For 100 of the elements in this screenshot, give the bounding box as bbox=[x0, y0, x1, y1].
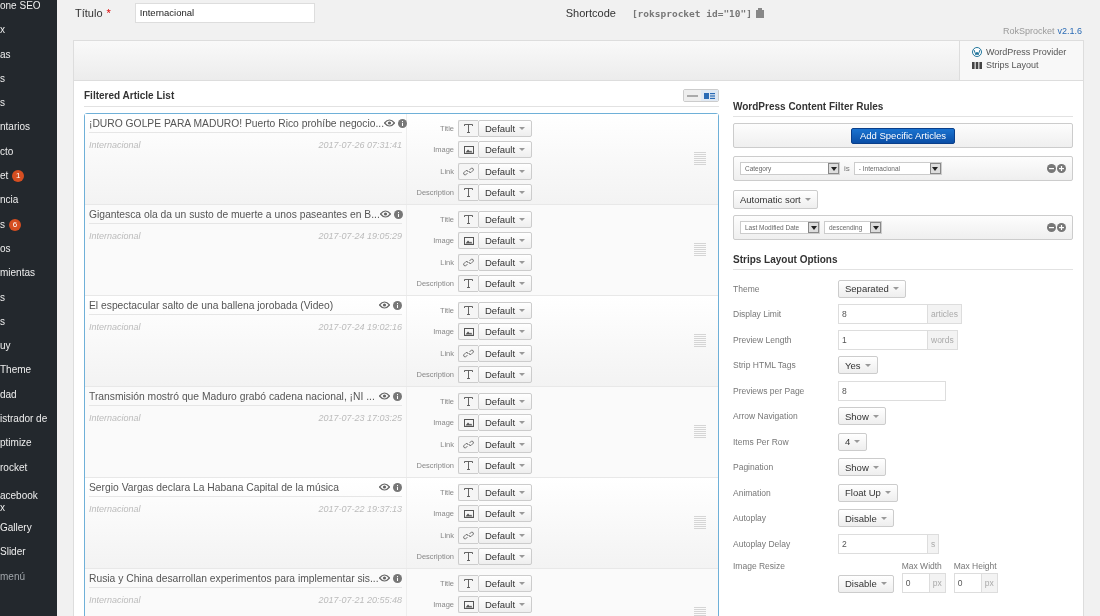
option-dropdown[interactable]: Default bbox=[478, 253, 533, 271]
eye-icon[interactable] bbox=[379, 301, 390, 309]
info-icon[interactable] bbox=[398, 119, 408, 128]
option-dropdown[interactable]: Default bbox=[478, 392, 533, 410]
option-dropdown[interactable]: Default bbox=[478, 548, 533, 566]
drag-handle-icon[interactable] bbox=[694, 334, 706, 348]
option-dropdown[interactable]: Default bbox=[478, 232, 533, 250]
drag-handle-icon[interactable] bbox=[694, 152, 706, 166]
option-dropdown[interactable]: Default bbox=[478, 141, 533, 159]
info-icon[interactable] bbox=[393, 483, 402, 492]
eye-icon[interactable] bbox=[379, 483, 390, 491]
number-input[interactable]: 8 bbox=[838, 380, 946, 401]
drag-handle-icon[interactable] bbox=[694, 516, 706, 530]
remove-icon[interactable] bbox=[1047, 164, 1056, 173]
option-dropdown[interactable]: Show bbox=[838, 407, 886, 426]
option-dropdown[interactable]: Default bbox=[478, 119, 533, 137]
add-articles-button[interactable]: Add Specific Articles bbox=[850, 127, 956, 144]
text-icon bbox=[464, 396, 473, 406]
sidebar-item[interactable]: x bbox=[0, 24, 5, 37]
sidebar-item[interactable]: et bbox=[0, 170, 9, 183]
detail-view-button[interactable] bbox=[701, 90, 718, 101]
sidebar-item[interactable]: s bbox=[0, 291, 5, 304]
option-dropdown[interactable]: Default bbox=[478, 366, 533, 384]
add-icon[interactable] bbox=[1057, 164, 1066, 173]
size-input[interactable]: 0 bbox=[953, 572, 982, 593]
option-dropdown[interactable]: Default bbox=[478, 596, 533, 614]
sidebar-item[interactable]: one SEO bbox=[0, 0, 41, 12]
sidebar-item[interactable]: s bbox=[0, 315, 5, 328]
option-dropdown[interactable]: Default bbox=[478, 414, 533, 432]
sidebar-item[interactable]: uy bbox=[0, 340, 11, 353]
sidebar-item[interactable]: os bbox=[0, 242, 11, 255]
option-dropdown[interactable]: Show bbox=[838, 458, 886, 477]
sidebar-item[interactable]: Gallery bbox=[0, 521, 32, 534]
drag-handle-icon[interactable] bbox=[694, 425, 706, 439]
eye-icon[interactable] bbox=[379, 392, 390, 400]
sidebar-item[interactable]: s bbox=[0, 72, 5, 85]
sidebar-item[interactable]: Slider bbox=[0, 546, 26, 559]
link-icon bbox=[463, 439, 474, 449]
eye-icon[interactable] bbox=[379, 574, 390, 582]
sidebar-item[interactable]: ptimize bbox=[0, 437, 32, 450]
article-date: 2017-07-26 07:31:41 bbox=[318, 140, 402, 150]
text-icon bbox=[464, 552, 473, 562]
info-icon[interactable] bbox=[393, 210, 403, 219]
sidebar-item[interactable]: s bbox=[0, 97, 5, 110]
image-icon bbox=[463, 145, 474, 154]
version-text: RokSprocket v2.1.6 bbox=[1002, 26, 1082, 38]
info-icon[interactable] bbox=[393, 392, 402, 401]
sidebar-item[interactable]: mientas bbox=[0, 267, 35, 280]
number-input[interactable]: 1 bbox=[838, 329, 928, 350]
option-dropdown[interactable]: Default bbox=[478, 526, 533, 544]
sidebar-item[interactable]: dad bbox=[0, 388, 17, 401]
shortcode-label: Shortcode bbox=[565, 7, 616, 19]
add-icon[interactable] bbox=[1057, 223, 1066, 232]
option-dropdown[interactable]: Default bbox=[478, 323, 533, 341]
clipboard-icon[interactable] bbox=[756, 8, 764, 18]
section-title: WordPress Content Filter Rules bbox=[733, 101, 884, 112]
option-dropdown[interactable]: Default bbox=[478, 574, 533, 592]
link-icon bbox=[463, 166, 474, 176]
sidebar-item[interactable]: ntarios bbox=[0, 121, 30, 134]
sidebar-item[interactable]: istrador de bbox=[0, 413, 48, 426]
size-input[interactable]: 0 bbox=[901, 572, 930, 593]
sidebar-item[interactable]: rocket bbox=[0, 461, 28, 474]
number-input[interactable]: 8 bbox=[838, 304, 928, 325]
sidebar-item[interactable]: cto bbox=[0, 145, 14, 158]
option-dropdown[interactable]: Default bbox=[478, 275, 533, 293]
option-dropdown[interactable]: Default bbox=[478, 505, 533, 523]
unit-label: articles bbox=[928, 304, 962, 325]
option-dropdown[interactable]: Default bbox=[478, 210, 533, 228]
option-dropdown[interactable]: Default bbox=[478, 344, 533, 362]
option-dropdown[interactable]: Disable bbox=[838, 574, 894, 593]
sidebar-item[interactable]: ncia bbox=[0, 194, 19, 207]
title-input[interactable]: Internacional bbox=[134, 3, 315, 23]
option-dropdown[interactable]: Default bbox=[478, 184, 533, 202]
shortcode-value: [roksprocket id="10"] bbox=[631, 7, 752, 19]
option-dropdown[interactable]: Disable bbox=[838, 509, 894, 528]
option-dropdown[interactable]: Default bbox=[478, 162, 533, 180]
drag-handle-icon[interactable] bbox=[694, 243, 706, 257]
option-dropdown[interactable]: Default bbox=[478, 435, 533, 453]
info-icon[interactable] bbox=[393, 574, 402, 583]
number-input[interactable]: 2 bbox=[838, 533, 928, 554]
sidebar-item[interactable]: acebook x bbox=[0, 489, 38, 514]
section-title: Filtered Article List bbox=[84, 90, 175, 101]
eye-icon[interactable] bbox=[384, 119, 396, 127]
info-icon[interactable] bbox=[393, 301, 402, 310]
text-icon bbox=[464, 578, 473, 588]
sidebar-item[interactable]: s bbox=[0, 218, 5, 231]
option-dropdown[interactable]: Separated bbox=[838, 279, 906, 298]
sidebar-item[interactable]: menú bbox=[0, 570, 25, 583]
version-link[interactable]: v2.1.6 bbox=[1057, 26, 1082, 36]
option-dropdown[interactable]: Default bbox=[478, 457, 533, 475]
option-dropdown[interactable]: Default bbox=[478, 301, 533, 319]
option-dropdown[interactable]: Float Up bbox=[838, 483, 898, 502]
sort-dropdown[interactable]: Automatic sort bbox=[733, 190, 818, 209]
sidebar-item[interactable]: Theme bbox=[0, 364, 32, 377]
option-dropdown[interactable]: Yes bbox=[838, 356, 878, 375]
option-dropdown[interactable]: 4 bbox=[838, 432, 868, 451]
remove-icon[interactable] bbox=[1047, 223, 1056, 232]
sidebar-item[interactable]: as bbox=[0, 48, 11, 61]
option-dropdown[interactable]: Default bbox=[478, 483, 533, 501]
eye-icon[interactable] bbox=[379, 210, 391, 218]
